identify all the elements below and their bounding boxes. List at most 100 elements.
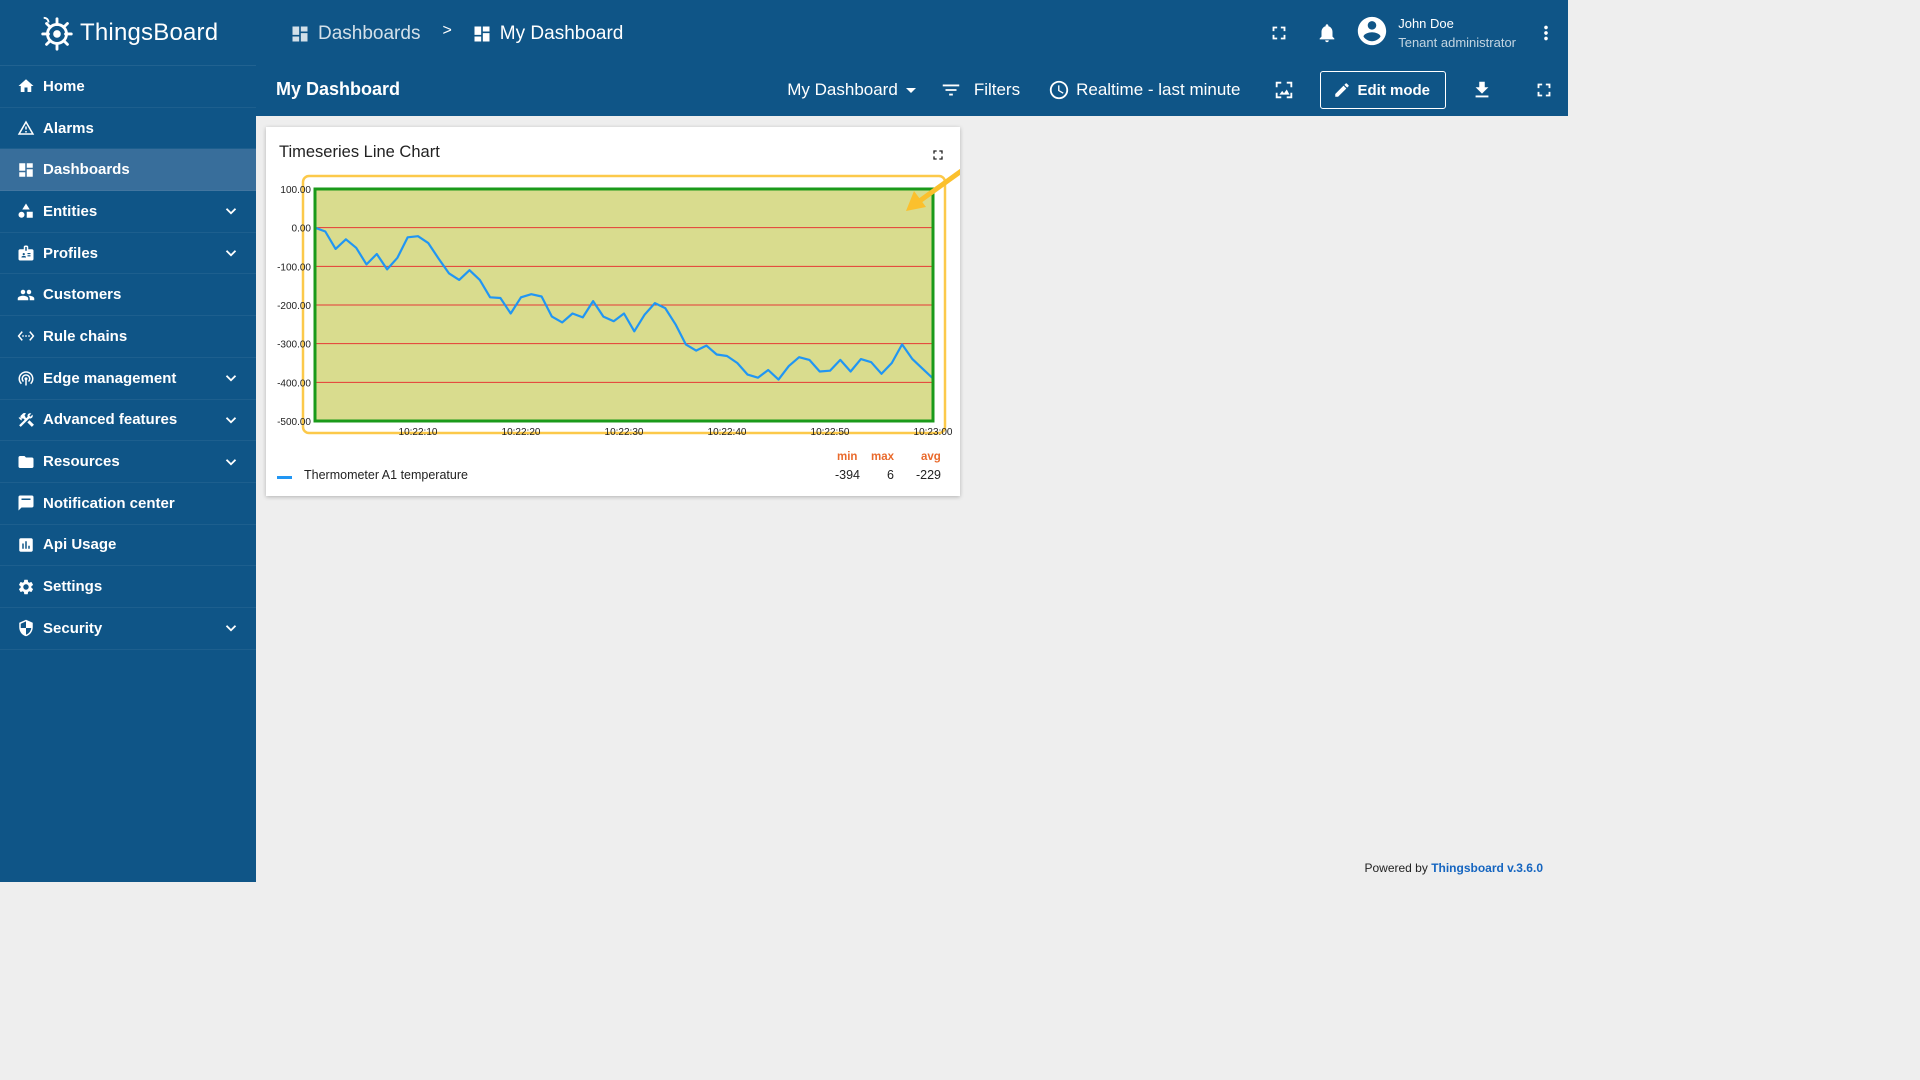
filters-button[interactable]: Filters xyxy=(940,79,1020,101)
export-image-button[interactable] xyxy=(1264,70,1304,110)
legend-series-swatch xyxy=(277,476,292,479)
chevron-down-icon[interactable] xyxy=(222,244,240,262)
arrow-drop-down-icon xyxy=(905,87,916,93)
home-icon xyxy=(17,77,35,95)
sidebar-item-advanced-features[interactable]: Advanced features xyxy=(0,400,256,442)
sidebar-item-profiles[interactable]: Profiles xyxy=(0,233,256,275)
dashboard-icon xyxy=(17,161,35,179)
breadcrumb-label: My Dashboard xyxy=(499,23,624,44)
notifications-button[interactable] xyxy=(1307,13,1347,53)
y-tick-label: -400.00 xyxy=(277,378,311,389)
legend-min-value: -394 xyxy=(834,468,860,482)
people-icon xyxy=(17,286,35,304)
legend-header-min: min xyxy=(837,451,858,463)
footer-version-link[interactable]: Thingsboard v.3.6.0 xyxy=(1431,861,1543,875)
x-tick-label: 10:23:00 xyxy=(914,427,953,438)
filter-list-icon xyxy=(942,84,960,96)
dashboard-icon xyxy=(474,26,490,42)
edit-mode-label: Edit mode xyxy=(1357,81,1430,99)
y-tick-label: -500.00 xyxy=(277,417,311,428)
sidebar-item-label: Entities xyxy=(43,202,98,220)
sidebar-item-security[interactable]: Security xyxy=(0,608,256,650)
user-info: John Doe Tenant administrator xyxy=(1398,14,1516,52)
dashboard-fullscreen-button[interactable] xyxy=(1524,70,1564,110)
sidebar-item-dashboards[interactable]: Dashboards xyxy=(0,149,256,192)
sidebar-item-rule-chains[interactable]: Rule chains xyxy=(0,316,256,358)
y-tick-label: -200.00 xyxy=(277,301,311,312)
dashboard-select[interactable]: My Dashboard xyxy=(787,80,916,100)
breadcrumb: Dashboards > My Dashboard xyxy=(290,20,623,48)
sidebar-item-label: Edge management xyxy=(43,369,177,387)
brand-name: ThingsBoard xyxy=(80,18,219,46)
security-shield-icon xyxy=(17,619,35,637)
breadcrumb-label: Dashboards xyxy=(318,23,421,44)
x-tick-label: 10:22:10 xyxy=(399,427,438,438)
sidebar-item-api-usage[interactable]: Api Usage xyxy=(0,525,256,567)
brand[interactable]: ThingsBoard xyxy=(0,0,256,66)
fullscreen-button[interactable] xyxy=(1259,13,1299,53)
timewindow-button[interactable]: Realtime - last minute xyxy=(1048,79,1240,101)
sidebar-nav: Home Alarms Dashboards Entities Profiles Cust… xyxy=(0,66,256,650)
chevron-down-icon[interactable] xyxy=(222,619,240,637)
legend-series-name[interactable]: Thermometer A1 temperature xyxy=(304,468,468,482)
sidebar-item-settings[interactable]: Settings xyxy=(0,566,256,608)
badge-icon xyxy=(17,244,35,262)
chevron-down-icon[interactable] xyxy=(222,369,240,387)
top-bar: Dashboards > My Dashboard John Doe Tenan… xyxy=(256,0,1568,116)
chevron-down-icon[interactable] xyxy=(222,202,240,220)
image-export-icon xyxy=(1276,81,1293,99)
more-vert-icon xyxy=(1544,25,1548,41)
sidebar-item-label: Home xyxy=(43,77,85,95)
download-icon xyxy=(1475,81,1489,98)
footer: Powered by Thingsboard v.3.6.0 xyxy=(1364,861,1543,875)
sidebar-item-resources[interactable]: Resources xyxy=(0,441,256,483)
chat-icon xyxy=(17,494,35,512)
user-menu[interactable]: John Doe Tenant administrator xyxy=(1355,14,1526,53)
fullscreen-icon xyxy=(1272,26,1286,40)
header-actions: John Doe Tenant administrator xyxy=(1259,12,1568,54)
timewindow-label: Realtime - last minute xyxy=(1076,80,1241,99)
sidebar-item-label: Notification center xyxy=(43,494,175,512)
sidebar-item-label: Advanced features xyxy=(43,411,178,429)
dashboard-select-value: My Dashboard xyxy=(787,80,898,99)
sidebar-item-customers[interactable]: Customers xyxy=(0,274,256,317)
sidebar-item-label: Security xyxy=(43,619,103,637)
y-tick-label: -300.00 xyxy=(277,340,311,351)
thingsboard-logo-icon xyxy=(38,14,76,52)
user-role: Tenant administrator xyxy=(1398,35,1516,50)
edit-mode-button[interactable]: Edit mode xyxy=(1320,71,1446,109)
sidebar-item-alarms[interactable]: Alarms xyxy=(0,108,256,150)
legend-max-value: 6 xyxy=(887,468,894,482)
legend-header-avg: avg xyxy=(921,451,941,463)
breadcrumb-separator: > xyxy=(442,22,452,39)
legend-header-max: max xyxy=(871,451,895,463)
sidebar: ThingsBoard Home Alarms Dashboards Entities… xyxy=(0,0,256,882)
sidebar-item-entities[interactable]: Entities xyxy=(0,191,256,233)
sidebar-item-label: Alarms xyxy=(43,119,94,137)
breadcrumb-dashboards[interactable]: Dashboards xyxy=(290,23,420,45)
x-tick-label: 10:22:40 xyxy=(708,427,747,438)
gear-icon xyxy=(17,578,35,596)
filters-label: Filters xyxy=(973,80,1021,99)
footer-prefix: Powered by xyxy=(1364,861,1428,875)
y-tick-label: 100.00 xyxy=(280,185,311,196)
clock-icon xyxy=(1049,80,1069,100)
sidebar-item-edge-management[interactable]: Edge management xyxy=(0,358,256,400)
timeseries-widget[interactable]: Timeseries Line Chart 100.00 0.00 -100.00-… xyxy=(266,127,960,496)
router-icon xyxy=(17,369,35,387)
x-tick-label: 10:22:50 xyxy=(811,427,850,438)
legend-avg-value: -229 xyxy=(915,468,941,482)
download-button[interactable] xyxy=(1462,70,1502,110)
chevron-down-icon[interactable] xyxy=(222,453,240,471)
sidebar-item-home[interactable]: Home xyxy=(0,66,256,108)
more-menu-button[interactable] xyxy=(1526,13,1566,53)
sidebar-item-label: Profiles xyxy=(43,244,99,262)
dashboard-tools: My Dashboard Filters Realtime - last min… xyxy=(787,71,1568,109)
warning-icon xyxy=(17,119,35,137)
sidebar-item-notification-center[interactable]: Notification center xyxy=(0,483,256,525)
sidebar-item-label: Api Usage xyxy=(43,536,117,554)
line-chart: 100.00 0.00 -100.00 -200.00 -300.00 -400.00 -5… xyxy=(277,168,960,438)
chart-legend: min max avg Thermometer A1 temperature -… xyxy=(266,449,960,495)
user-name: John Doe xyxy=(1398,16,1454,31)
chevron-down-icon[interactable] xyxy=(222,411,240,429)
